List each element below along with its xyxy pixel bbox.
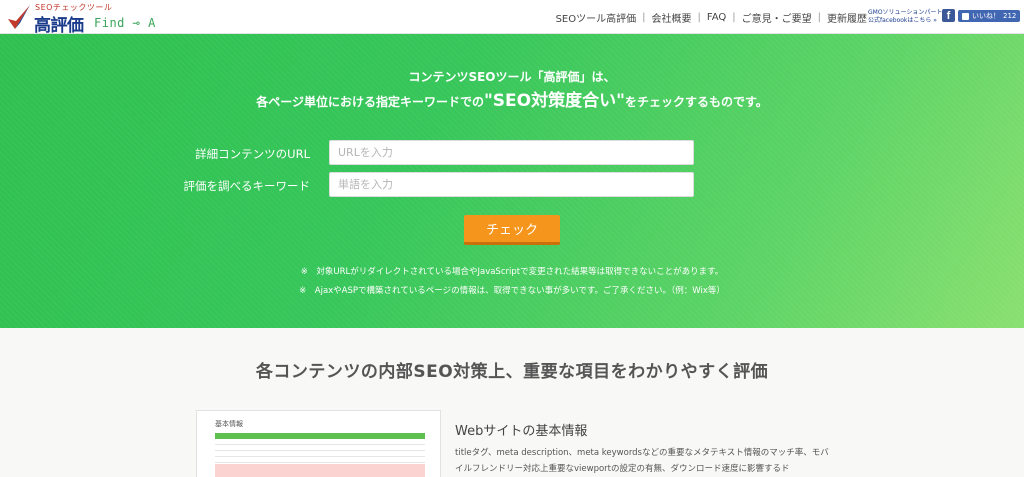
logo-find-word: Find [94,16,125,30]
like-count: 212 [1003,12,1017,20]
nav-item-faq[interactable]: FAQ [707,12,726,23]
logo-arrow-icon: ⊸ [132,16,141,30]
url-label: 詳細コンテンツのURL [195,147,310,161]
like-label: いいね！ [972,12,1000,20]
info-title: Webサイトの基本情報 [455,424,588,439]
preview-table-row [215,452,425,457]
hero-tagline-1: コンテンツSEOツール「高評価」は、 [408,70,616,84]
info-description: titleタグ、meta description、meta keywordsなど… [455,448,829,474]
nav-item-changelog[interactable]: 更新履歴 [827,10,867,25]
nav-separator: | [697,12,701,23]
facebook-icon[interactable]: f [942,9,955,22]
nav-separator: | [642,12,646,23]
hero-tagline-post: をチェックするものです。 [624,95,768,109]
hero-section: コンテンツSEOツール「高評価」は、 各ページ単位における指定キーワードでの"S… [0,34,1024,328]
nav-item-company[interactable]: 会社概要 [652,10,692,25]
preview-table-row [215,446,425,451]
facebook-like-button[interactable]: いいね！ 212 [958,10,1021,22]
nav-item-seo-tool[interactable]: SEOツール高評価 [556,10,637,25]
logo-find-text: Find ⊸ A [94,16,156,30]
logo-title: 高評価 [34,16,84,36]
site-logo[interactable]: SEOチェックツール 高評価 Find ⊸ A [6,2,156,36]
preview-table-header [215,433,425,439]
check-button[interactable]: チェック [464,215,560,245]
preview-title: 基本情報 [215,420,243,428]
hero-tagline-2: 各ページ単位における指定キーワードでの"SEO対策度合い"をチェックするものです… [0,86,1024,111]
nav-item-feedback[interactable]: ご意見・ご要望 [742,10,812,25]
preview-table-row [215,458,425,463]
thumbs-up-icon [962,12,969,20]
keyword-label: 評価を調べるキーワード [183,179,311,193]
keyword-input[interactable] [329,172,694,197]
url-input[interactable] [329,140,694,165]
logo-check-icon [8,5,30,29]
nav-separator: | [817,12,821,23]
nav-separator: | [732,12,736,23]
gmo-line1: GMOソリューションパートナー [868,9,955,16]
hero-tagline-pre: 各ページ単位における指定キーワードでの [256,95,484,109]
ajax-note: ※ AjaxやASPで構築されているページの情報は、取得できない事が多いです。ご… [299,286,725,296]
gmo-partner-link[interactable]: GMOソリューションパートナー 公式facebookはこちら » [868,9,955,25]
redirect-note: ※ 対象URLがリダイレクトされている場合やJavaScriptで変更された結果… [300,267,724,277]
main-nav: SEOツール高評価 | 会社概要 | FAQ | ご意見・ご要望 | 更新履歴 [556,10,867,25]
gmo-line2: 公式facebookはこちら » [868,17,937,24]
section-heading: 各コンテンツの内部SEO対策上、重要な項目をわかりやすく評価 [255,362,769,382]
logo-a-letter: A [148,16,156,30]
basic-info-preview-image: 基本情報 [196,410,441,477]
site-header: SEOチェックツール 高評価 Find ⊸ A SEOツール高評価 | 会社概要… [0,0,1024,36]
preview-table-row [215,440,425,445]
hero-tagline-highlight: "SEO対策度合い" [483,91,625,111]
preview-table-row-warning [215,464,425,477]
